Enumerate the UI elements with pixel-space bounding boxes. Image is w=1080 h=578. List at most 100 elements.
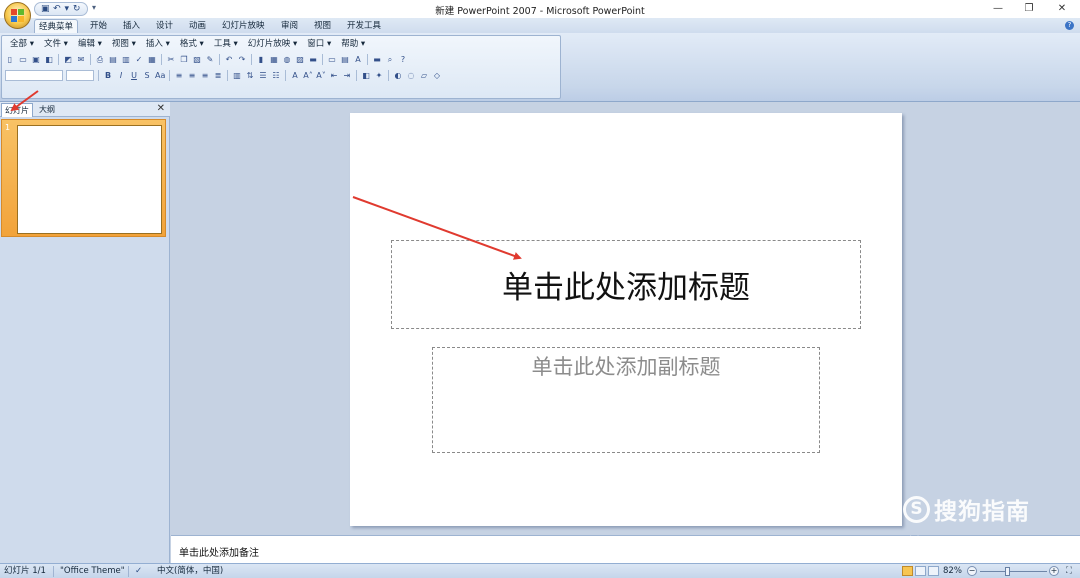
undo-icon[interactable]: ↶: [224, 55, 234, 65]
menu-format[interactable]: 格式 ▾: [175, 38, 209, 50]
underline-button[interactable]: U: [129, 71, 139, 81]
tab-home[interactable]: 开始: [86, 19, 111, 33]
layout-icon[interactable]: ▤: [340, 55, 350, 65]
shrink-font-button[interactable]: A˅: [316, 71, 326, 81]
pdf-icon[interactable]: ◩: [63, 55, 73, 65]
zoom-slider-thumb[interactable]: [1005, 567, 1010, 576]
restore-button[interactable]: ❐: [1014, 1, 1044, 16]
save-icon[interactable]: ▣: [31, 55, 41, 65]
font-color-button[interactable]: A: [290, 71, 300, 81]
char-spacing-button[interactable]: Aa: [155, 71, 165, 81]
design-icon[interactable]: ◧: [361, 71, 371, 81]
menu-view[interactable]: 视图 ▾: [107, 38, 141, 50]
font-name-combo[interactable]: [5, 70, 63, 81]
textbox-icon[interactable]: A: [353, 55, 363, 65]
fit-window-icon[interactable]: ⛶: [1066, 566, 1072, 577]
menu-help[interactable]: 帮助 ▾: [336, 38, 370, 50]
zoom-in-button[interactable]: +: [1049, 566, 1059, 576]
align-left-icon[interactable]: ≡: [174, 71, 184, 81]
slide-thumbnail[interactable]: [17, 125, 162, 234]
tab-slides[interactable]: 幻灯片: [1, 103, 33, 117]
menu-window[interactable]: 窗口 ▾: [302, 38, 336, 50]
cut-icon[interactable]: ✂: [166, 55, 176, 65]
increase-indent-icon[interactable]: ⇥: [342, 71, 352, 81]
research-icon[interactable]: ▥: [121, 55, 131, 65]
help-icon[interactable]: ?: [398, 55, 408, 65]
slide-thumbnail-selected[interactable]: 1: [1, 119, 166, 237]
menu-file[interactable]: 文件 ▾: [39, 38, 73, 50]
zoom-level[interactable]: 82%: [943, 566, 962, 577]
minimize-button[interactable]: —: [983, 1, 1013, 16]
align-center-icon[interactable]: ≡: [187, 71, 197, 81]
decrease-indent-icon[interactable]: ⇤: [329, 71, 339, 81]
research-book-icon[interactable]: ▦: [147, 55, 157, 65]
spelling-icon[interactable]: ✓: [134, 55, 144, 65]
new-slide-icon[interactable]: ▭: [327, 55, 337, 65]
zoom-icon[interactable]: ⌕: [385, 55, 395, 65]
arrange-icon[interactable]: ◇: [432, 71, 442, 81]
normal-view-button[interactable]: [902, 566, 913, 576]
shadow-button[interactable]: S: [142, 71, 152, 81]
print-icon[interactable]: ⎙: [95, 55, 105, 65]
print-preview-icon[interactable]: ▤: [108, 55, 118, 65]
zoom-out-button[interactable]: −: [967, 566, 977, 576]
align-right-icon[interactable]: ≡: [200, 71, 210, 81]
email-icon[interactable]: ✉: [76, 55, 86, 65]
menu-slideshow[interactable]: 幻灯片放映 ▾: [243, 38, 302, 50]
numbering-icon[interactable]: ☰: [258, 71, 268, 81]
italic-button[interactable]: I: [116, 71, 126, 81]
menu-tools[interactable]: 工具 ▾: [209, 38, 243, 50]
fill-color-icon[interactable]: ▬: [372, 55, 382, 65]
table-icon[interactable]: ▦: [269, 55, 279, 65]
watermark-url: zhinan.sogou.com: [903, 535, 1011, 546]
new-icon[interactable]: ▯: [5, 55, 15, 65]
format-painter-icon[interactable]: ✎: [205, 55, 215, 65]
tab-review[interactable]: 审阅: [277, 19, 302, 33]
tab-view[interactable]: 视图: [310, 19, 335, 33]
tab-animation[interactable]: 动画: [185, 19, 210, 33]
classic-toolbar-panel: 全部 ▾ 文件 ▾ 编辑 ▾ 视图 ▾ 插入 ▾ 格式 ▾ 工具 ▾ 幻灯片放映…: [1, 35, 561, 99]
tab-design[interactable]: 设计: [152, 19, 177, 33]
copy-icon[interactable]: ❐: [179, 55, 189, 65]
slide-sorter-button[interactable]: [915, 566, 926, 576]
tab-developer[interactable]: 开发工具: [343, 19, 385, 33]
animation-icon[interactable]: ✦: [374, 71, 384, 81]
line-color-icon[interactable]: ▱: [419, 71, 429, 81]
tab-outline[interactable]: 大纲: [36, 103, 58, 117]
title-placeholder[interactable]: 单击此处添加标题: [391, 240, 861, 329]
text-direction-icon[interactable]: ⇅: [245, 71, 255, 81]
columns-icon[interactable]: ▥: [232, 71, 242, 81]
grid-icon[interactable]: ▬: [308, 55, 318, 65]
shape-outline-icon[interactable]: ◌: [406, 71, 416, 81]
tab-insert[interactable]: 插入: [119, 19, 144, 33]
permission-icon[interactable]: ◧: [44, 55, 54, 65]
menu-all[interactable]: 全部 ▾: [5, 38, 39, 50]
language-status[interactable]: 中文(简体，中国): [157, 566, 223, 577]
tab-classic-menu[interactable]: 经典菜单: [34, 19, 79, 33]
slideshow-view-button[interactable]: [928, 566, 939, 576]
ribbon-help-icon[interactable]: ?: [1065, 21, 1074, 30]
shapes-icon[interactable]: ◍: [282, 55, 292, 65]
slide-canvas[interactable]: 单击此处添加标题 单击此处添加副标题: [350, 113, 902, 526]
watermark-text: 搜狗指南: [934, 499, 1030, 525]
zoom-slider-track[interactable]: [980, 571, 1047, 572]
close-button[interactable]: ✕: [1047, 1, 1077, 16]
bold-button[interactable]: B: [103, 71, 113, 81]
shape-fill-icon[interactable]: ◐: [393, 71, 403, 81]
office-button[interactable]: [4, 2, 31, 29]
spell-check-icon[interactable]: ✓: [135, 566, 142, 577]
grow-font-button[interactable]: A˄: [303, 71, 313, 81]
tab-slideshow[interactable]: 幻灯片放映: [218, 19, 269, 33]
open-icon[interactable]: ▭: [18, 55, 28, 65]
redo-icon[interactable]: ↷: [237, 55, 247, 65]
chart-icon[interactable]: ▮: [256, 55, 266, 65]
bullets-icon[interactable]: ☷: [271, 71, 281, 81]
subtitle-placeholder[interactable]: 单击此处添加副标题: [432, 347, 820, 453]
panel-close-icon[interactable]: ✕: [157, 103, 165, 114]
picture-icon[interactable]: ▨: [295, 55, 305, 65]
paste-icon[interactable]: ▧: [192, 55, 202, 65]
menu-insert[interactable]: 插入 ▾: [141, 38, 175, 50]
font-size-combo[interactable]: [66, 70, 94, 81]
justify-icon[interactable]: ≣: [213, 71, 223, 81]
menu-edit[interactable]: 编辑 ▾: [73, 38, 107, 50]
